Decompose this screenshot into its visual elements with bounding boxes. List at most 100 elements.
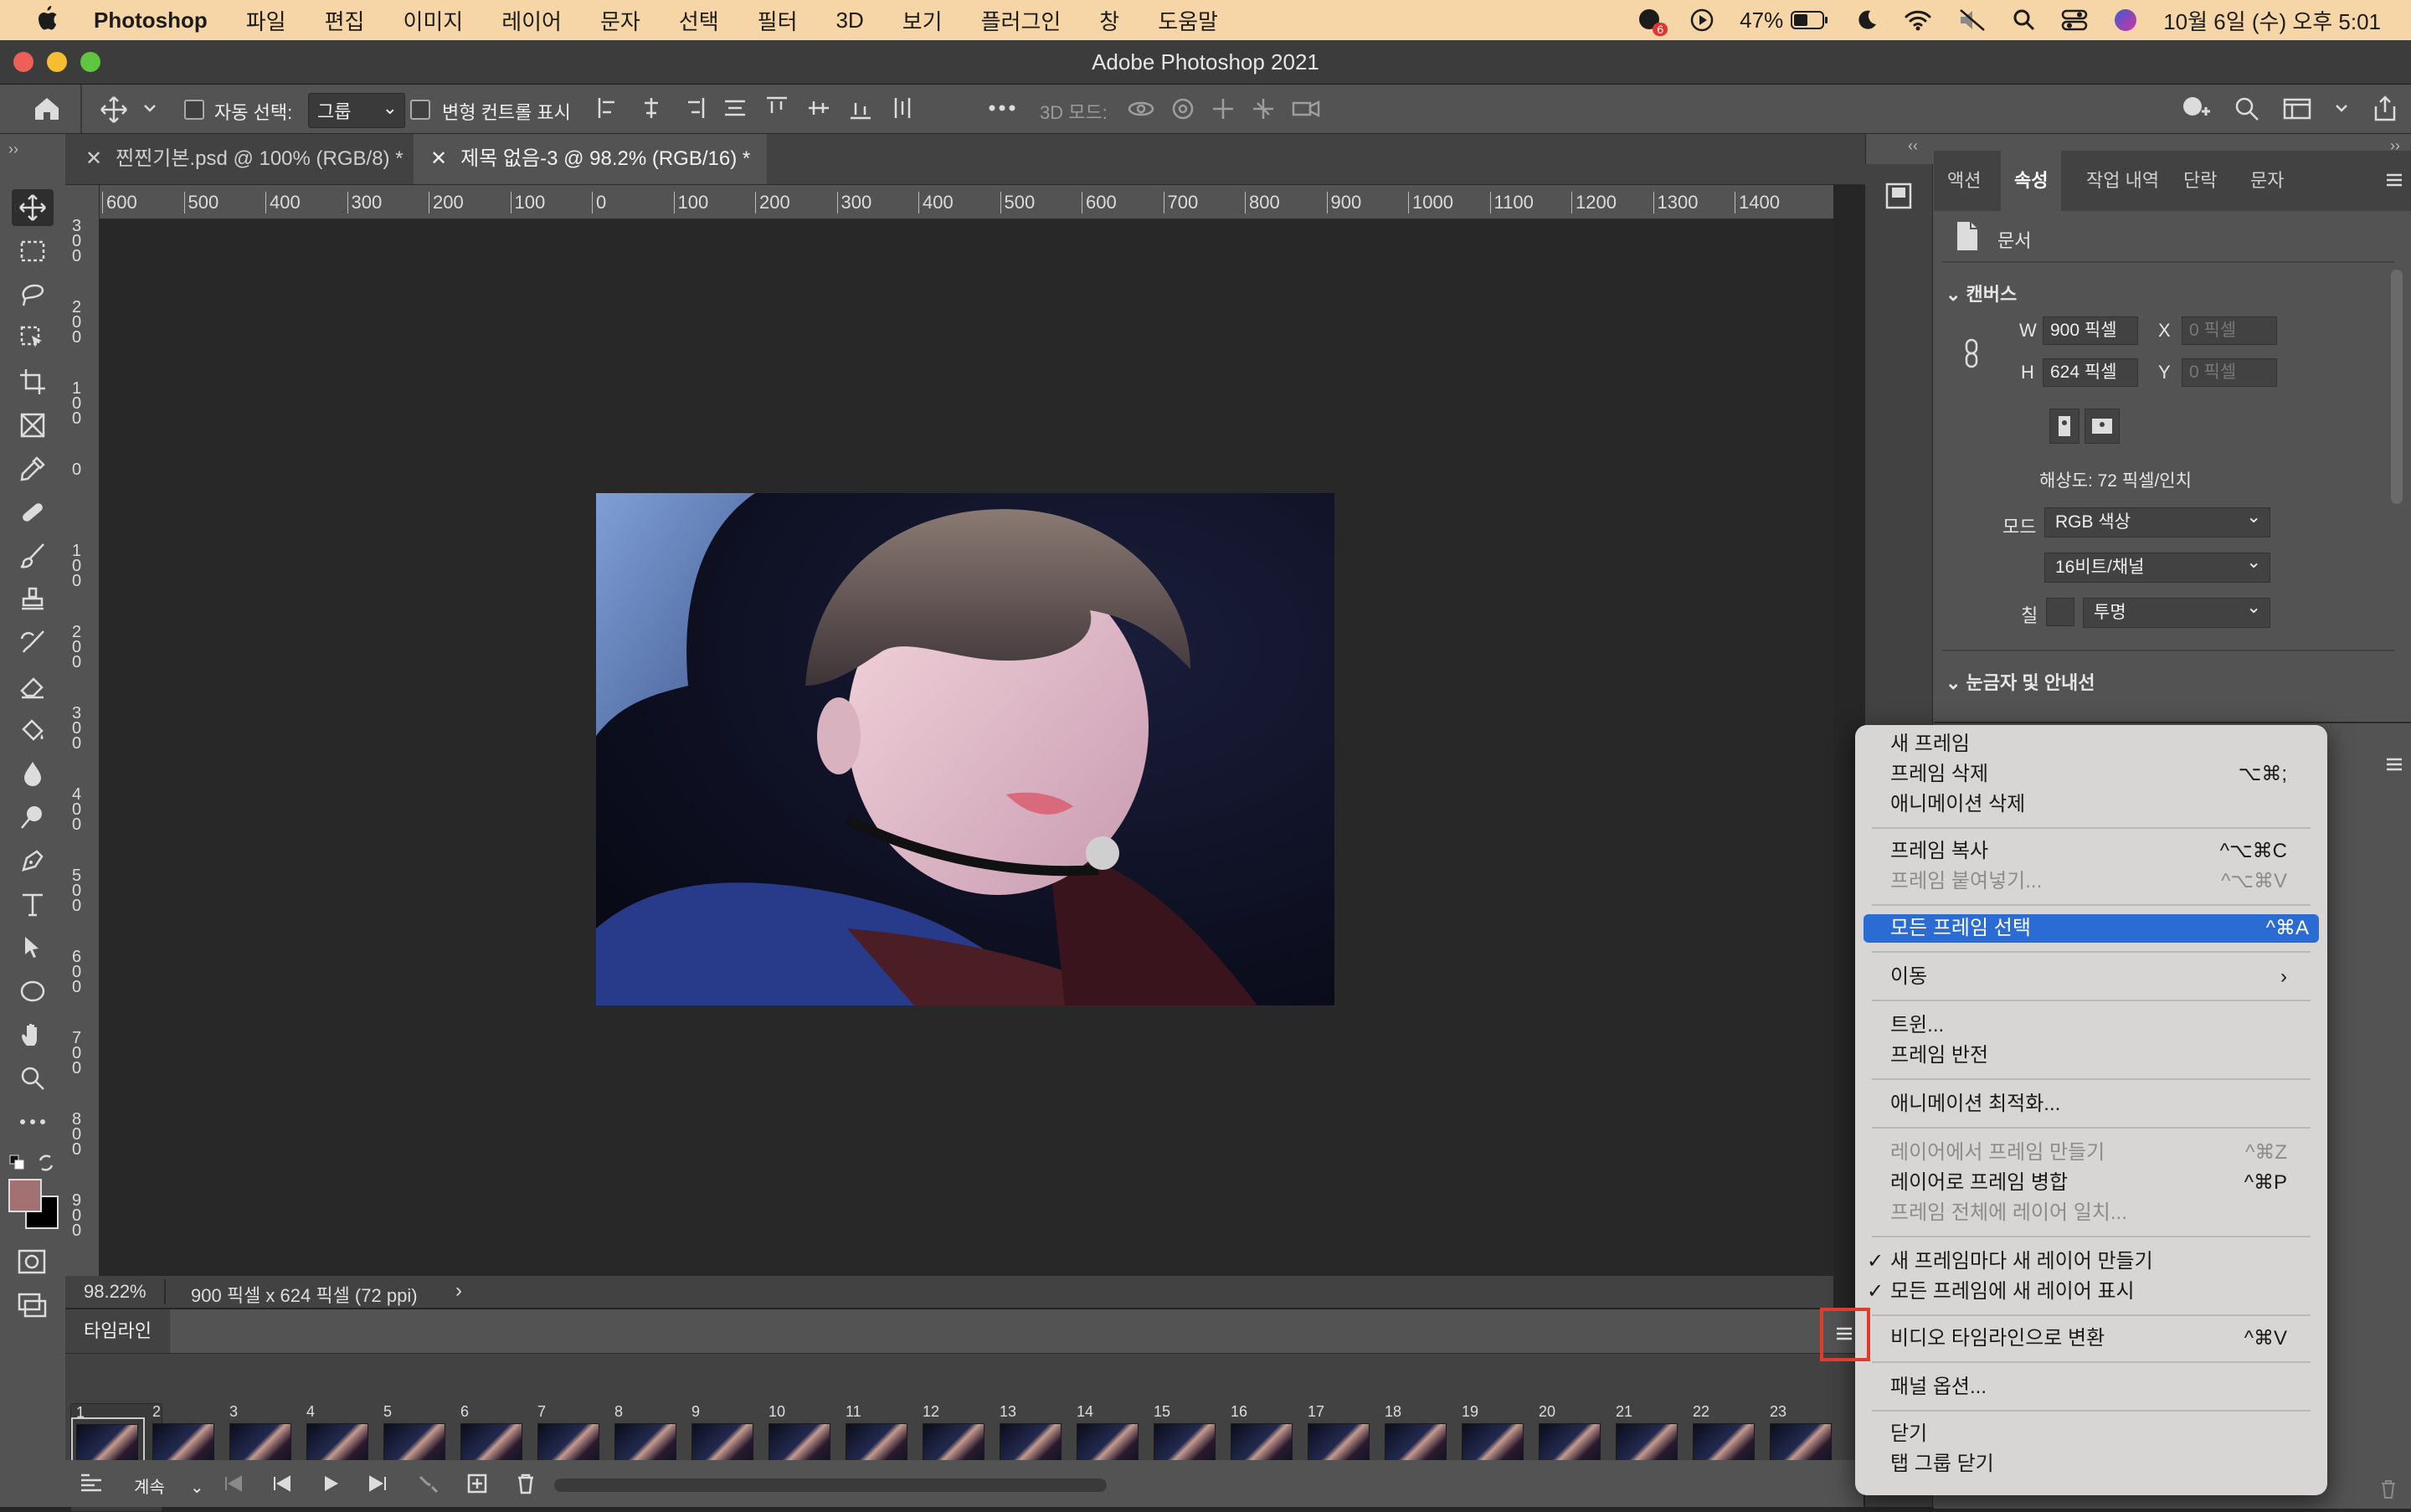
tab-document-1[interactable]: ✕ 찐찐기본.psd @ 100% (RGB/8) * xyxy=(69,134,420,184)
lower-panel-menu-icon[interactable] xyxy=(2384,755,2404,774)
play-icon[interactable] xyxy=(320,1473,342,1494)
convert-to-video-timeline-icon[interactable] xyxy=(79,1472,104,1495)
menubar-clock[interactable]: 10월 6일 (수) 오후 5:01 xyxy=(2163,5,2381,36)
ellipse-tool[interactable] xyxy=(12,973,54,1010)
frame-tool[interactable] xyxy=(12,407,54,444)
move-tool[interactable] xyxy=(12,189,54,226)
menu-filter[interactable]: 필터 xyxy=(758,5,798,36)
status-expand-icon[interactable]: › xyxy=(455,1279,462,1303)
menu-copy-frame[interactable]: 프레임 복사 ^⌥⌘C xyxy=(1890,837,2297,866)
menu-app-name[interactable]: Photoshop xyxy=(94,8,208,33)
menu-edit[interactable]: 편집 xyxy=(325,5,365,36)
swap-colors-icon[interactable] xyxy=(37,1154,55,1172)
align-bottom-icon[interactable] xyxy=(847,95,874,121)
dodge-tool[interactable] xyxy=(12,799,54,836)
first-frame-icon[interactable] xyxy=(223,1473,244,1494)
hand-tool[interactable] xyxy=(12,1016,54,1053)
menu-image[interactable]: 이미지 xyxy=(403,5,463,36)
menu-tween[interactable]: 트윈... xyxy=(1890,1011,2297,1040)
path-selection-tool[interactable] xyxy=(12,929,54,966)
menu-new-frame[interactable]: 새 프레임 xyxy=(1890,730,2297,759)
menu-window[interactable]: 창 xyxy=(1099,5,1119,36)
blur-tool[interactable] xyxy=(12,755,54,792)
menu-file[interactable]: 파일 xyxy=(246,5,286,36)
notification-app-icon[interactable]: 6 xyxy=(1636,6,1668,36)
brush-tool[interactable] xyxy=(12,537,54,574)
menu-view[interactable]: 보기 xyxy=(902,5,943,36)
search-icon[interactable] xyxy=(2234,95,2260,122)
align-top-icon[interactable] xyxy=(763,95,790,121)
transform-controls-checkbox[interactable] xyxy=(410,100,430,120)
menu-close[interactable]: 닫기 xyxy=(1890,1420,2297,1448)
delete-frame-icon[interactable] xyxy=(514,1472,537,1495)
loop-options[interactable]: 계속 ⌄ xyxy=(134,1473,204,1498)
stamp-tool[interactable] xyxy=(12,581,54,618)
share-user-icon[interactable] xyxy=(2180,95,2212,123)
wifi-icon[interactable] xyxy=(1904,8,1932,32)
timeline-scrollbar[interactable] xyxy=(554,1479,1107,1492)
healing-brush-tool[interactable] xyxy=(12,494,54,531)
next-frame-icon[interactable] xyxy=(367,1473,388,1494)
3d-pan-icon[interactable] xyxy=(1211,96,1236,121)
menu-help[interactable]: 도움말 xyxy=(1158,5,1218,36)
tab-document-2[interactable]: ✕ 제목 없음-3 @ 98.2% (RGB/16) * xyxy=(414,134,768,184)
menu-3d[interactable]: 3D xyxy=(836,8,864,33)
auto-select-dropdown[interactable]: 그룹 ⌄ xyxy=(308,93,405,128)
tween-icon[interactable] xyxy=(417,1472,440,1495)
fill-swatch[interactable] xyxy=(2046,598,2074,626)
tab-properties[interactable]: 속성 xyxy=(2001,151,2062,211)
eraser-tool[interactable] xyxy=(12,668,54,705)
type-tool[interactable] xyxy=(12,886,54,923)
y-field[interactable]: 0 픽셀 xyxy=(2182,358,2277,387)
previous-frame-icon[interactable] xyxy=(271,1473,293,1494)
siri-icon[interactable] xyxy=(2113,8,2138,33)
more-options-icon[interactable] xyxy=(988,103,1016,113)
height-field[interactable]: 624 픽셀 xyxy=(2043,358,2138,387)
bit-depth-dropdown[interactable]: 16비트/채널 xyxy=(2044,548,2270,583)
object-select-tool[interactable] xyxy=(12,320,54,357)
zoom-tool[interactable] xyxy=(12,1060,54,1097)
play-circle-icon[interactable] xyxy=(1689,8,1714,33)
spotlight-search-icon[interactable] xyxy=(2013,8,2036,32)
timeline-tab[interactable]: 타임라인 xyxy=(65,1309,170,1353)
paint-bucket-tool[interactable] xyxy=(12,712,54,748)
align-hcenter-icon[interactable] xyxy=(638,95,665,121)
menu-type[interactable]: 문자 xyxy=(600,5,640,36)
menu-reverse-frames[interactable]: 프레임 반전 xyxy=(1890,1041,2297,1070)
document-canvas-image[interactable] xyxy=(596,493,1334,1005)
distribute-vertical-icon[interactable] xyxy=(722,95,748,121)
battery-icon[interactable] xyxy=(1790,9,1830,31)
width-field[interactable]: 900 픽셀 xyxy=(2043,316,2138,345)
toolbar-collapse-icon[interactable]: ›› xyxy=(8,141,18,158)
tab-paragraph[interactable]: 단락 xyxy=(2170,151,2230,211)
portrait-orientation-button[interactable] xyxy=(2049,409,2079,444)
tab-history[interactable]: 작업 내역 xyxy=(2073,151,2172,211)
eyedropper-tool[interactable] xyxy=(12,450,54,487)
muted-speaker-icon[interactable] xyxy=(1957,8,1987,32)
close-tab-icon[interactable]: ✕ xyxy=(85,147,102,170)
more-tools[interactable] xyxy=(12,1103,54,1140)
lasso-tool[interactable] xyxy=(12,276,54,313)
align-vcenter-icon[interactable] xyxy=(805,95,832,121)
color-mode-dropdown[interactable]: RGB 색상 xyxy=(2044,503,2270,537)
chevron-down-icon[interactable] xyxy=(142,103,157,115)
marquee-tool[interactable] xyxy=(12,233,54,270)
workspace-chevron-icon[interactable] xyxy=(2334,103,2349,115)
link-chain-icon[interactable] xyxy=(1962,337,1981,370)
rulers-guides-section-header[interactable]: ⌄ 눈금자 및 안내선 xyxy=(1946,668,2095,695)
duplicate-frame-icon[interactable] xyxy=(465,1472,489,1495)
close-tab-icon[interactable]: ✕ xyxy=(430,147,447,170)
auto-select-checkbox[interactable] xyxy=(184,100,204,120)
menu-goto[interactable]: 이동 › xyxy=(1890,963,2297,991)
home-icon[interactable] xyxy=(32,95,62,123)
menu-show-new-layers[interactable]: ✓ 모든 프레임에 새 레이어 표시 xyxy=(1867,1278,2297,1306)
menu-select-all-frames[interactable]: 모든 프레임 선택 ^⌘A xyxy=(1864,914,2319,943)
menu-optimize-animation[interactable]: 애니메이션 최적화... xyxy=(1890,1090,2297,1119)
menu-plugins[interactable]: 플러그인 xyxy=(981,5,1062,36)
menu-select[interactable]: 선택 xyxy=(679,5,719,36)
3d-slide-icon[interactable] xyxy=(1251,96,1276,121)
menu-new-layer-each-frame[interactable]: ✓ 새 프레임마다 새 레이어 만들기 xyxy=(1867,1247,2297,1276)
workspace-icon[interactable] xyxy=(2282,95,2312,122)
zoom-level[interactable]: 98.22% xyxy=(84,1281,147,1303)
properties-scrollbar[interactable] xyxy=(2391,270,2403,504)
